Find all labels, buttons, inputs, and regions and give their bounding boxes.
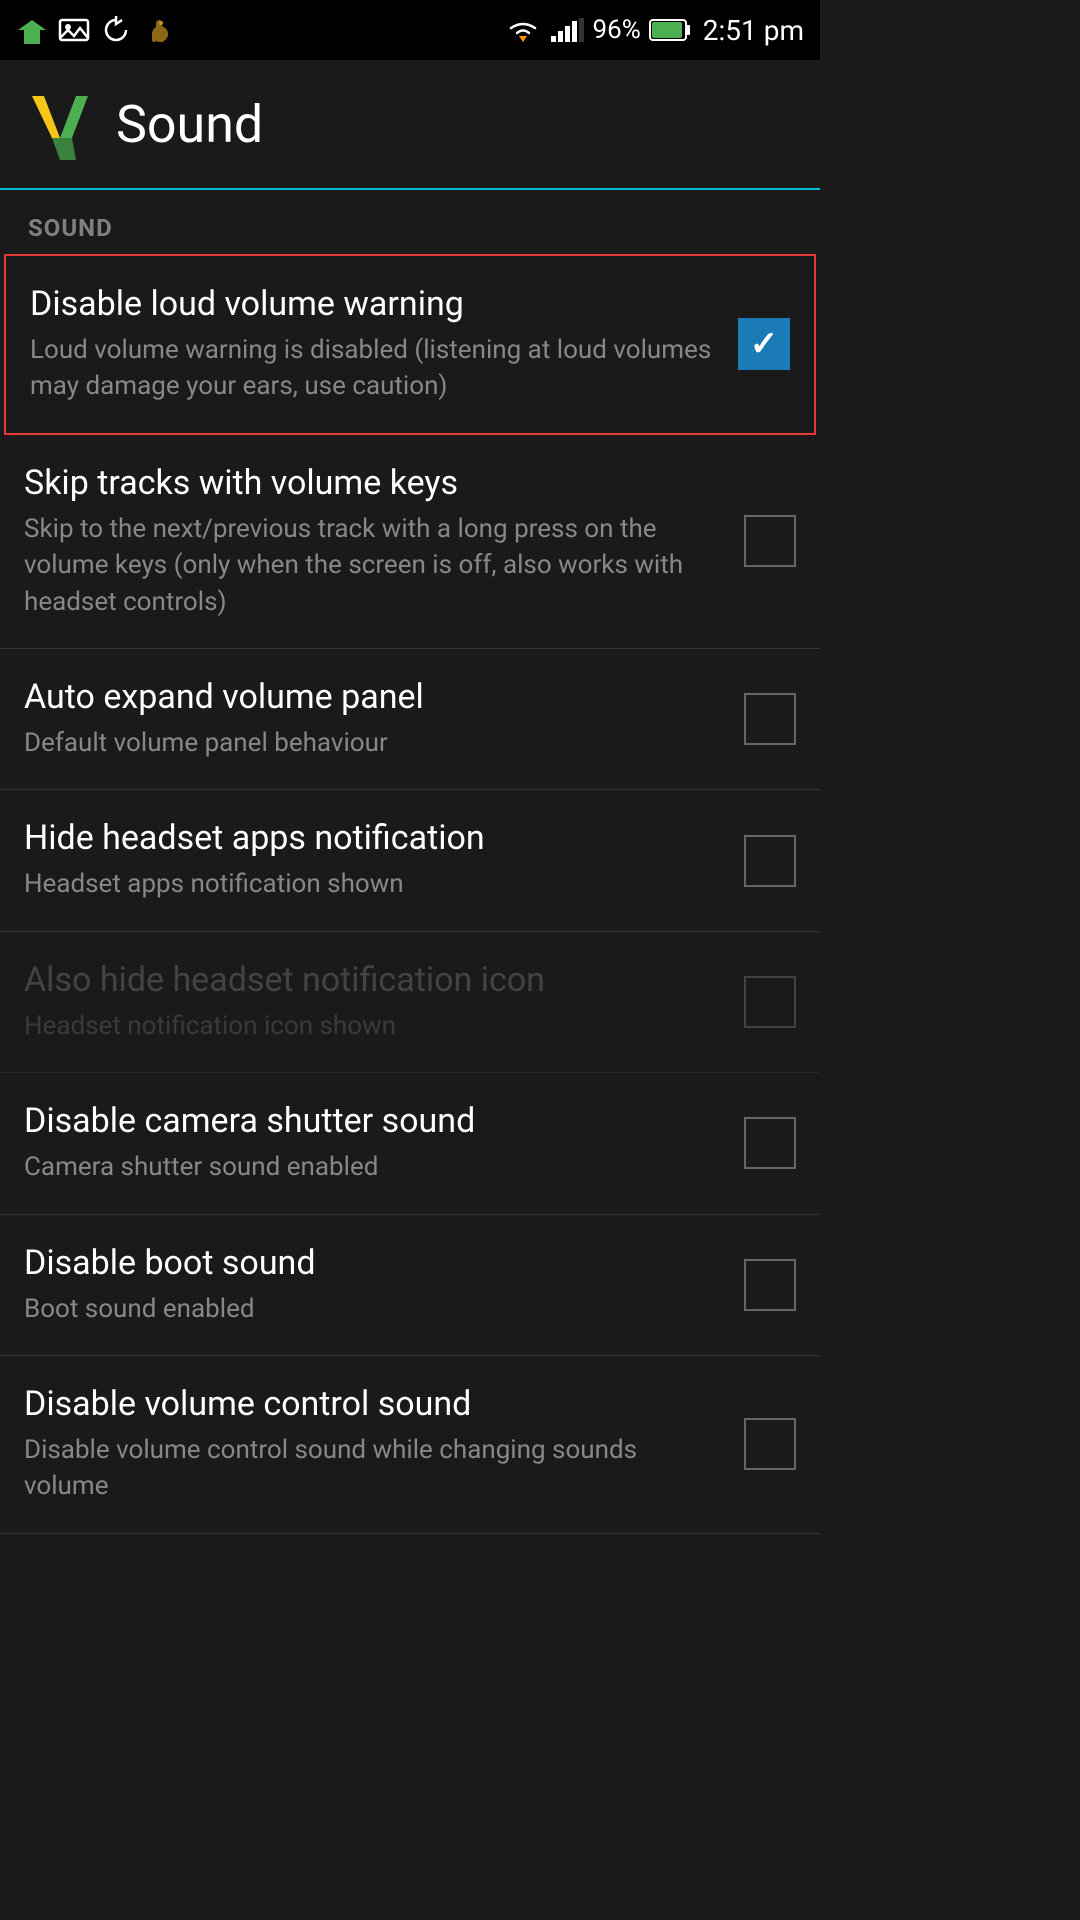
setting-text-hide-headset-apps: Hide headset apps notification Headset a… (24, 818, 744, 902)
checkbox-disable-loud-volume-warning[interactable] (738, 318, 790, 370)
setting-skip-tracks-volume-keys[interactable]: Skip tracks with volume keys Skip to the… (0, 435, 820, 649)
wifi-down-icon (16, 16, 48, 44)
setting-disable-loud-volume-warning[interactable]: Disable loud volume warning Loud volume … (4, 254, 816, 435)
setting-title-2: Auto expand volume panel (24, 677, 724, 717)
wifi-icon (505, 16, 541, 44)
setting-title-0: Disable loud volume warning (30, 284, 718, 324)
checkbox-also-hide-headset (744, 976, 796, 1028)
setting-hide-headset-apps-notification[interactable]: Hide headset apps notification Headset a… (0, 790, 820, 931)
setting-also-hide-headset-notification-icon: Also hide headset notification icon Head… (0, 932, 820, 1073)
setting-subtitle-7: Disable volume control sound while chang… (24, 1432, 724, 1505)
setting-subtitle-0: Loud volume warning is disabled (listeni… (30, 332, 718, 405)
setting-text-skip-tracks: Skip tracks with volume keys Skip to the… (24, 463, 744, 620)
setting-subtitle-5: Camera shutter sound enabled (24, 1149, 724, 1185)
setting-title-1: Skip tracks with volume keys (24, 463, 724, 503)
status-time: 2:51 pm (703, 14, 804, 47)
app-header: Sound (0, 60, 820, 190)
page-title: Sound (116, 94, 263, 155)
setting-text-auto-expand: Auto expand volume panel Default volume … (24, 677, 744, 761)
setting-subtitle-2: Default volume panel behaviour (24, 725, 724, 761)
image-icon (58, 16, 90, 44)
setting-subtitle-4: Headset notification icon shown (24, 1008, 724, 1044)
checkbox-disable-camera-shutter[interactable] (744, 1117, 796, 1169)
setting-text-disable-loud-volume-warning: Disable loud volume warning Loud volume … (30, 284, 738, 405)
setting-disable-camera-shutter-sound[interactable]: Disable camera shutter sound Camera shut… (0, 1073, 820, 1214)
status-bar-notifications (16, 16, 174, 44)
setting-disable-boot-sound[interactable]: Disable boot sound Boot sound enabled (0, 1215, 820, 1356)
checkbox-skip-tracks[interactable] (744, 515, 796, 567)
battery-percent: 96% (593, 15, 641, 45)
checkbox-hide-headset-apps[interactable] (744, 835, 796, 887)
setting-text-disable-camera-shutter: Disable camera shutter sound Camera shut… (24, 1101, 744, 1185)
llama-icon (142, 16, 174, 44)
setting-title-4: Also hide headset notification icon (24, 960, 724, 1000)
section-header: SOUND (0, 190, 820, 254)
checkbox-disable-boot-sound[interactable] (744, 1259, 796, 1311)
status-bar-system: 96% 2:51 pm (505, 14, 805, 47)
signal-icon (549, 16, 585, 44)
setting-title-6: Disable boot sound (24, 1243, 724, 1283)
setting-text-disable-volume-control-sound: Disable volume control sound Disable vol… (24, 1384, 744, 1505)
checkbox-disable-volume-control-sound[interactable] (744, 1418, 796, 1470)
status-bar: 96% 2:51 pm (0, 0, 820, 60)
refresh-icon (100, 16, 132, 44)
settings-list: Disable loud volume warning Loud volume … (0, 254, 820, 1534)
setting-title-7: Disable volume control sound (24, 1384, 724, 1424)
setting-disable-volume-control-sound[interactable]: Disable volume control sound Disable vol… (0, 1356, 820, 1534)
setting-subtitle-1: Skip to the next/previous track with a l… (24, 511, 724, 620)
setting-text-disable-boot-sound: Disable boot sound Boot sound enabled (24, 1243, 744, 1327)
setting-subtitle-6: Boot sound enabled (24, 1291, 724, 1327)
setting-subtitle-3: Headset apps notification shown (24, 866, 724, 902)
setting-auto-expand-volume-panel[interactable]: Auto expand volume panel Default volume … (0, 649, 820, 790)
battery-icon (649, 17, 691, 43)
setting-title-5: Disable camera shutter sound (24, 1101, 724, 1141)
setting-title-3: Hide headset apps notification (24, 818, 724, 858)
app-logo (24, 88, 96, 160)
checkbox-auto-expand[interactable] (744, 693, 796, 745)
setting-text-also-hide-headset: Also hide headset notification icon Head… (24, 960, 744, 1044)
